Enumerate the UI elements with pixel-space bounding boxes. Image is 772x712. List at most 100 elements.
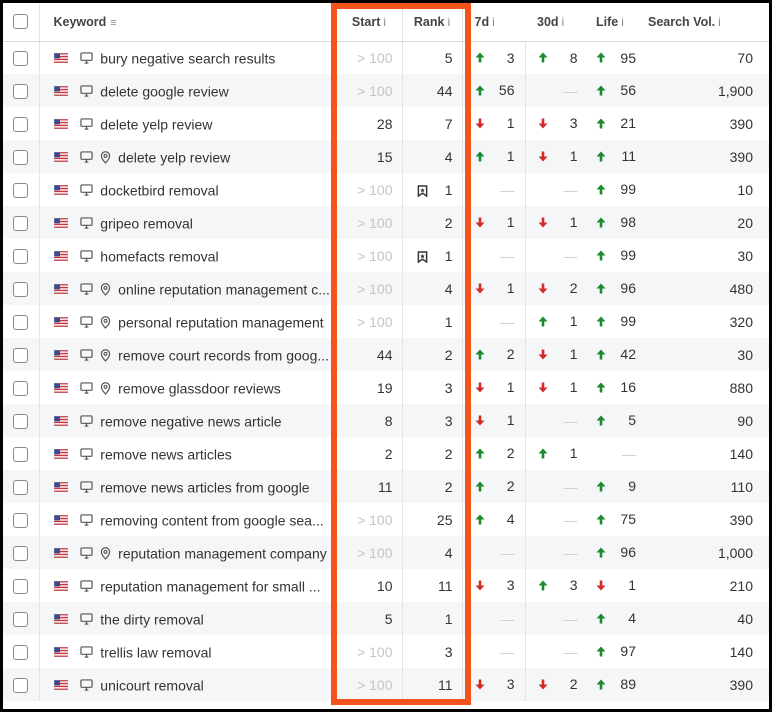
table-row[interactable]: trellis law removal > 100 3 — — 97 140 (3, 635, 769, 668)
info-icon[interactable]: i (621, 15, 624, 29)
row-checkbox[interactable] (13, 83, 29, 99)
7d-column-header[interactable]: 7d i (462, 3, 525, 42)
table-row[interactable]: reputation management company > 100 4 — … (3, 536, 769, 569)
7d-change-cell: 1 (462, 404, 526, 437)
keyword-cell[interactable]: bury negative search results (39, 41, 337, 74)
keyword-text[interactable]: gripeo removal (100, 215, 193, 231)
info-icon[interactable]: i (562, 15, 565, 29)
row-checkbox[interactable] (13, 182, 29, 198)
keyword-cell[interactable]: reputation management company (39, 536, 337, 569)
30d-column-header[interactable]: 30d i (525, 3, 584, 42)
row-checkbox[interactable] (13, 116, 29, 132)
row-checkbox[interactable] (13, 51, 29, 67)
table-row[interactable]: bury negative search results > 100 5 3 8… (3, 41, 769, 74)
sort-icon[interactable]: ≡ (110, 17, 116, 29)
keyword-cell[interactable]: remove glassdoor reviews (39, 371, 337, 404)
row-checkbox[interactable] (13, 347, 29, 363)
table-row[interactable]: the dirty removal 5 1 — — 4 40 (3, 602, 769, 635)
search-volume-column-header[interactable]: Search Vol. i (634, 3, 769, 42)
keyword-cell[interactable]: unicourt removal (39, 668, 337, 701)
keyword-text[interactable]: docketbird removal (100, 182, 218, 198)
table-row[interactable]: docketbird removal > 100 1 — — 99 10 (3, 173, 769, 206)
keyword-cell[interactable]: delete yelp review (39, 140, 337, 173)
keyword-text[interactable]: trellis law removal (100, 644, 211, 660)
keyword-text[interactable]: personal reputation management (118, 314, 323, 330)
rank-column-header[interactable]: Rank i (402, 3, 463, 42)
keyword-cell[interactable]: removing content from google sea... (39, 503, 337, 536)
keyword-cell[interactable]: remove news articles (39, 437, 337, 470)
keyword-cell[interactable]: gripeo removal (39, 206, 337, 239)
keyword-text[interactable]: remove court records from goog... (118, 347, 329, 363)
table-row[interactable]: personal reputation management > 100 1 —… (3, 305, 769, 338)
info-icon[interactable]: i (447, 15, 450, 29)
row-checkbox[interactable] (13, 380, 29, 396)
table-row[interactable]: remove glassdoor reviews 19 3 1 1 16 880 (3, 371, 769, 404)
row-checkbox[interactable] (13, 545, 29, 561)
keyword-text[interactable]: unicourt removal (100, 677, 204, 693)
keyword-text[interactable]: online reputation management c... (118, 281, 330, 297)
keyword-cell[interactable]: homefacts removal (39, 239, 337, 272)
row-checkbox[interactable] (13, 479, 29, 495)
table-row[interactable]: delete yelp review 15 4 1 1 11 390 (3, 140, 769, 173)
keyword-text[interactable]: reputation management company (118, 545, 327, 561)
row-checkbox[interactable] (13, 446, 29, 462)
keyword-text[interactable]: remove glassdoor reviews (118, 380, 281, 396)
desktop-icon (80, 481, 94, 493)
row-checkbox[interactable] (13, 314, 29, 330)
current-rank-cell: 3 (402, 635, 463, 668)
row-checkbox[interactable] (13, 512, 29, 528)
row-checkbox[interactable] (13, 644, 29, 660)
keyword-text[interactable]: remove news articles from google (100, 479, 309, 495)
keyword-cell[interactable]: remove news articles from google (39, 470, 337, 503)
table-row[interactable]: remove news articles from google 11 2 2 … (3, 470, 769, 503)
info-icon[interactable]: i (492, 15, 495, 29)
life-column-header[interactable]: Life i (584, 3, 634, 42)
select-all-checkbox[interactable] (13, 14, 29, 30)
table-row[interactable]: delete google review > 100 44 56 — 56 1,… (3, 74, 769, 107)
info-icon[interactable]: i (718, 15, 721, 29)
row-checkbox[interactable] (13, 149, 29, 165)
keyword-text[interactable]: delete google review (100, 83, 228, 99)
row-checkbox[interactable] (13, 677, 29, 693)
keyword-cell[interactable]: docketbird removal (39, 173, 337, 206)
keyword-cell[interactable]: online reputation management c... (39, 272, 337, 305)
keyword-text[interactable]: delete yelp review (100, 116, 212, 132)
table-row[interactable]: homefacts removal > 100 1 — — 99 30 (3, 239, 769, 272)
keyword-cell[interactable]: reputation management for small ... (39, 569, 337, 602)
keyword-cell[interactable]: the dirty removal (39, 602, 337, 635)
keyword-text[interactable]: reputation management for small ... (100, 578, 320, 594)
table-row[interactable]: remove court records from goog... 44 2 2… (3, 338, 769, 371)
table-row[interactable]: remove news articles 2 2 2 1 — 140 (3, 437, 769, 470)
keyword-text[interactable]: homefacts removal (100, 248, 218, 264)
keyword-cell[interactable]: remove negative news article (39, 404, 337, 437)
keyword-cell[interactable]: delete google review (39, 74, 337, 107)
table-row[interactable]: online reputation management c... > 100 … (3, 272, 769, 305)
keyword-text[interactable]: delete yelp review (118, 149, 230, 165)
keyword-text[interactable]: the dirty removal (100, 611, 203, 627)
table-row[interactable]: remove negative news article 8 3 1 — 5 9… (3, 404, 769, 437)
table-row[interactable]: delete yelp review 28 7 1 3 21 390 (3, 107, 769, 140)
keyword-cell[interactable]: remove court records from goog... (39, 338, 337, 371)
keyword-text[interactable]: removing content from google sea... (100, 512, 323, 528)
row-checkbox[interactable] (13, 413, 29, 429)
keyword-text[interactable]: remove negative news article (100, 413, 281, 429)
table-row[interactable]: reputation management for small ... 10 1… (3, 569, 769, 602)
rank-change: 3 (475, 676, 515, 692)
keyword-text[interactable]: remove news articles (100, 446, 232, 462)
keyword-cell[interactable]: personal reputation management (39, 305, 337, 338)
keyword-text[interactable]: bury negative search results (100, 50, 275, 66)
table-row[interactable]: gripeo removal > 100 2 1 1 98 20 (3, 206, 769, 239)
row-checkbox[interactable] (13, 281, 29, 297)
keyword-cell[interactable]: delete yelp review (39, 107, 337, 140)
row-checkbox[interactable] (13, 578, 29, 594)
info-icon[interactable]: i (383, 15, 386, 29)
table-row[interactable]: removing content from google sea... > 10… (3, 503, 769, 536)
start-column-header[interactable]: Start i (336, 3, 403, 42)
row-checkbox[interactable] (13, 248, 29, 264)
row-checkbox[interactable] (13, 215, 29, 231)
row-checkbox[interactable] (13, 611, 29, 627)
table-row[interactable]: unicourt removal > 100 11 3 2 89 390 (3, 668, 769, 701)
keyword-cell[interactable]: trellis law removal (39, 635, 337, 668)
life-change-cell: 96 (584, 272, 636, 305)
keyword-column-header[interactable]: Keyword ≡ (39, 3, 337, 42)
